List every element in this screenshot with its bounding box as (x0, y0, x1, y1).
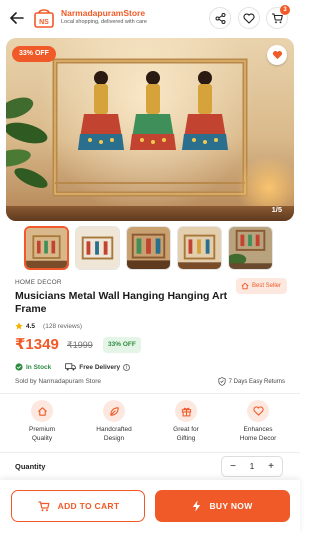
check-circle-icon (15, 363, 23, 371)
favorite-button[interactable] (267, 45, 287, 65)
cart-count-badge: 3 (280, 5, 290, 15)
sale-price: ₹1349 (15, 336, 59, 353)
delivery-label: Free Delivery (79, 363, 121, 371)
app-header: NS NarmadapuramStore Local shopping, del… (0, 0, 300, 36)
cart-icon (38, 500, 50, 511)
thumbnail-3[interactable] (126, 226, 171, 270)
heart-outline-icon (243, 13, 255, 24)
truck-icon (65, 363, 77, 371)
bottom-action-bar: ADD TO CART BUY NOW (0, 480, 300, 533)
product-category: HOME DECOR (15, 279, 62, 286)
divider (0, 393, 300, 394)
feature-label: Handcrafted Design (96, 426, 132, 442)
discount-pill: 33% OFF (103, 337, 141, 353)
home-icon (31, 400, 53, 422)
wishlist-button[interactable] (238, 7, 260, 29)
product-hero-image[interactable]: 33% OFF 1/5 (6, 38, 294, 221)
share-icon (215, 12, 225, 24)
cart-icon (272, 12, 283, 23)
thumbnail-5[interactable] (228, 226, 273, 270)
thumbnail-strip (24, 226, 276, 270)
feature-label: Premium Quality (28, 426, 55, 442)
discount-badge: 33% OFF (12, 46, 56, 62)
best-seller-badge: Best Seller (235, 278, 287, 294)
gift-icon (175, 400, 197, 422)
feature-handcrafted-design: Handcrafted Design (78, 400, 150, 443)
thumbnail-4[interactable] (177, 226, 222, 270)
heart-icon (247, 400, 269, 422)
original-price: ₹1999 (67, 340, 93, 350)
star-icon (15, 322, 23, 330)
quantity-stepper: − 1 + (221, 456, 283, 477)
feature-label: Enhances Home Decor (239, 426, 277, 442)
stock-status: In Stock (26, 363, 52, 371)
info-icon[interactable]: i (123, 363, 131, 371)
back-arrow-icon[interactable] (8, 9, 26, 27)
review-count: (128 reviews) (43, 322, 83, 330)
image-counter: 1/5 (271, 205, 282, 214)
heart-filled-icon (272, 50, 282, 60)
buy-now-button[interactable]: BUY NOW (155, 490, 290, 522)
store-tagline: Local shopping, delivered with care (61, 19, 147, 25)
store-name: NarmadapuramStore (61, 8, 146, 18)
svg-text:NS: NS (39, 19, 49, 26)
product-title: Musicians Metal Wall Hanging Hanging Art… (15, 290, 228, 315)
shield-icon (218, 377, 226, 386)
seller-info: Sold by Narmadapuram Store (15, 378, 101, 385)
leaf-icon (103, 400, 125, 422)
best-seller-label: Best Seller (251, 283, 281, 289)
availability-row: In Stock Free Delivery i (15, 363, 131, 371)
cart-button[interactable]: 3 (266, 5, 290, 29)
thumbnail-2[interactable] (75, 226, 120, 270)
decrease-quantity-button[interactable]: − (228, 461, 238, 472)
buy-now-label: BUY NOW (209, 501, 253, 511)
feature-enhances-home-decor: Enhances Home Decor (222, 400, 294, 443)
home-icon (241, 282, 249, 290)
thumbnail-1[interactable] (24, 226, 69, 270)
quantity-label: Quantity (15, 462, 46, 471)
feature-premium-quality: Premium Quality (6, 400, 78, 443)
lightning-icon (193, 500, 201, 512)
delivery-info[interactable]: Free Delivery i (65, 363, 131, 371)
increase-quantity-button[interactable]: + (266, 461, 276, 472)
store-brand: NarmadapuramStore Local shopping, delive… (61, 8, 147, 26)
feature-great-for-gifting: Great for Gifting (150, 400, 222, 443)
add-to-cart-label: ADD TO CART (57, 501, 120, 511)
add-to-cart-button[interactable]: ADD TO CART (11, 490, 145, 522)
rating-row[interactable]: 4.5 (128 reviews) (15, 322, 82, 330)
store-logo[interactable]: NS (33, 7, 55, 29)
quantity-value: 1 (249, 462, 255, 471)
feature-list: Premium Quality Handcrafted Design Great… (6, 400, 294, 443)
rating-value: 4.5 (26, 322, 36, 330)
share-button[interactable] (209, 7, 231, 29)
divider (0, 452, 300, 453)
returns-info: 7 Days Easy Returns (218, 377, 285, 386)
feature-label: Great for Gifting (173, 426, 199, 442)
returns-label: 7 Days Easy Returns (228, 378, 285, 385)
